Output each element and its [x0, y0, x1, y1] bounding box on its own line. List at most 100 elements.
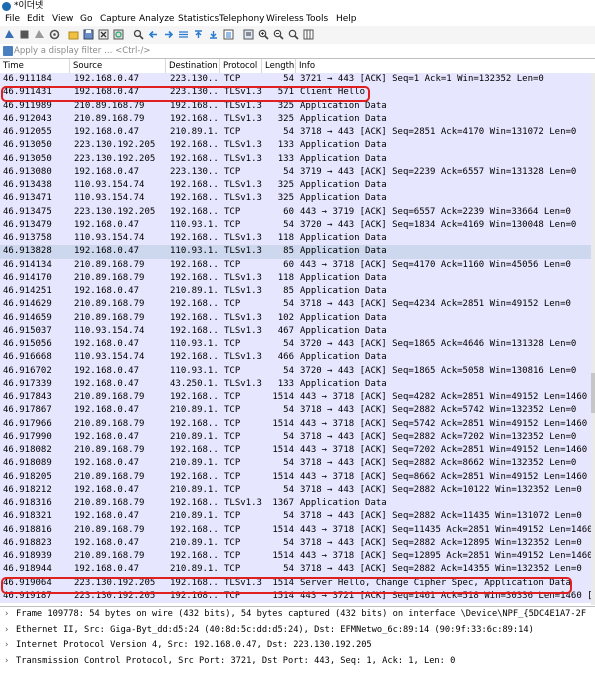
- packet-row[interactable]: 46.918089 192.168.0.47 210.89.1... TCP 54 371…: [0, 457, 595, 471]
- cell-time: 46.917966: [3, 418, 52, 429]
- expand-arrow-icon[interactable]: ›: [4, 638, 14, 654]
- reload-icon[interactable]: [113, 29, 124, 40]
- cell-destination: 192.168...: [170, 153, 220, 164]
- cell-destination: 210.89.1...: [170, 431, 220, 442]
- cell-info: Application Data: [300, 233, 387, 243]
- packet-row[interactable]: 46.913050 223.130.192.205 192.168... TLSv1.…: [0, 139, 595, 153]
- packet-row[interactable]: 46.918321 192.168.0.47 210.89.1... TCP 54 371…: [0, 510, 595, 524]
- cell-time: 46.914170: [3, 272, 52, 283]
- packet-row[interactable]: 46.913828 192.168.0.47 110.93.1... TLSv1.3 8…: [0, 245, 595, 259]
- packet-row[interactable]: 46.915056 192.168.0.47 110.93.1... TCP 54 372…: [0, 338, 595, 352]
- packet-row[interactable]: 46.918944 192.168.0.47 210.89.1... TCP 54 371…: [0, 563, 595, 577]
- menu-tools[interactable]: Tools: [306, 13, 328, 26]
- packet-row[interactable]: 46.917990 192.168.0.47 210.89.1... TCP 54 371…: [0, 430, 595, 444]
- packet-row[interactable]: 46.913050 223.130.192.205 192.168... TLSv1.…: [0, 152, 595, 166]
- packet-row[interactable]: 46.918939 210.89.168.79 192.168... TCP 1514 4…: [0, 550, 595, 564]
- packet-row[interactable]: 46.917843 210.89.168.79 192.168... TCP 1514 4…: [0, 391, 595, 405]
- packet-row[interactable]: 46.918823 192.168.0.47 210.89.1... TCP 54 371…: [0, 536, 595, 550]
- packet-row[interactable]: 46.911184 192.168.0.47 223.130... TCP 54 3721…: [0, 73, 595, 87]
- resize-columns-icon[interactable]: [303, 29, 314, 40]
- find-icon[interactable]: [133, 29, 144, 40]
- packet-row[interactable]: 46.914170 210.89.168.79 192.168... TLSv1.3 1…: [0, 271, 595, 285]
- detail-ethernet[interactable]: › Ethernet II, Src: Giga-Byt_dd:d5:24 (40…: [0, 623, 595, 639]
- packet-row[interactable]: 46.917966 210.89.168.79 192.168... TCP 1514 4…: [0, 417, 595, 431]
- packet-row[interactable]: 46.918816 210.89.168.79 192.168... TCP 1514 4…: [0, 523, 595, 537]
- detail-frame[interactable]: › Frame 109778: 54 bytes on wire (432 bit…: [0, 607, 595, 623]
- menu-view[interactable]: View: [52, 13, 73, 26]
- menu-edit[interactable]: Edit: [27, 13, 44, 26]
- highlight-box-server-hello: [1, 577, 572, 594]
- first-packet-icon[interactable]: [193, 29, 204, 40]
- menu-file[interactable]: File: [5, 13, 20, 26]
- packet-row[interactable]: 46.914629 210.89.168.79 192.168... TCP 54 371…: [0, 298, 595, 312]
- zoom-in-icon[interactable]: [258, 29, 269, 40]
- cell-time: 46.913479: [3, 219, 52, 230]
- packet-row[interactable]: 46.918316 210.89.168.79 192.168... TLSv1.3 1…: [0, 497, 595, 511]
- forward-icon[interactable]: [163, 29, 174, 40]
- options-gear-icon[interactable]: [49, 29, 60, 40]
- packet-row[interactable]: 46.915037 110.93.154.74 192.168... TLSv1.3 4…: [0, 324, 595, 338]
- menu-help[interactable]: Help: [336, 13, 357, 26]
- packet-row[interactable]: 46.918082 210.89.168.79 192.168... TCP 1514 4…: [0, 444, 595, 458]
- cell-time: 46.915037: [3, 325, 52, 336]
- packet-row[interactable]: 46.913471 110.93.154.74 192.168... TLSv1.3 3…: [0, 192, 595, 206]
- detail-ipv4[interactable]: › Internet Protocol Version 4, Src: 192.1…: [0, 638, 595, 654]
- packet-row[interactable]: 46.918212 192.168.0.47 210.89.1... TCP 54 371…: [0, 483, 595, 497]
- packet-row[interactable]: 46.913479 192.168.0.47 110.93.1... TCP 54 372…: [0, 218, 595, 232]
- column-header-protocol[interactable]: Protocol: [220, 59, 262, 73]
- normal-size-icon[interactable]: [288, 29, 299, 40]
- auto-scroll-icon[interactable]: [223, 29, 234, 40]
- packet-row[interactable]: 46.914134 210.89.168.79 192.168... TCP 60 443…: [0, 258, 595, 272]
- cell-length: 54: [283, 127, 294, 137]
- menu-telephony[interactable]: Telephony: [219, 13, 265, 26]
- detail-tcp[interactable]: › Transmission Control Protocol, Src Port…: [0, 654, 595, 670]
- last-packet-icon[interactable]: [208, 29, 219, 40]
- main-toolbar: [0, 26, 595, 45]
- packet-row[interactable]: 46.918205 210.89.168.79 192.168... TCP 1514 4…: [0, 470, 595, 484]
- menu-wireless[interactable]: Wireless: [266, 13, 304, 26]
- cell-length: 54: [283, 405, 294, 416]
- packet-row[interactable]: 46.913080 192.168.0.47 223.130... TCP 54 3719…: [0, 165, 595, 179]
- cell-protocol: TLSv1.3: [224, 498, 262, 508]
- menu-statistics[interactable]: Statistics: [178, 13, 219, 26]
- colorize-icon[interactable]: [243, 29, 254, 40]
- zoom-out-icon[interactable]: [273, 29, 284, 40]
- packet-row[interactable]: 46.912055 192.168.0.47 210.89.1... TCP 54 371…: [0, 126, 595, 140]
- menu-go[interactable]: Go: [80, 13, 92, 26]
- bookmark-filter-icon[interactable]: [3, 46, 13, 56]
- packet-list-scrollbar[interactable]: [591, 73, 595, 605]
- packet-row[interactable]: 46.917867 192.168.0.47 210.89.1... TCP 54 371…: [0, 404, 595, 418]
- expand-arrow-icon[interactable]: ›: [4, 654, 14, 670]
- packet-row[interactable]: 46.914659 210.89.168.79 192.168... TLSv1.3 1…: [0, 311, 595, 325]
- expand-arrow-icon[interactable]: ›: [4, 607, 14, 623]
- column-header-destination[interactable]: Destination: [166, 59, 220, 73]
- packet-row[interactable]: 46.916668 110.93.154.74 192.168... TLSv1.3 4…: [0, 351, 595, 365]
- scrollbar-thumb[interactable]: [591, 373, 595, 413]
- packet-row[interactable]: 46.913438 110.93.154.74 192.168... TLSv1.3 3…: [0, 179, 595, 193]
- cell-info: 3718 → 443 [ACK] Seq=2882 Ack=10122 Win=…: [300, 484, 582, 495]
- restart-icon[interactable]: [34, 29, 45, 40]
- open-folder-icon[interactable]: [68, 29, 79, 40]
- menu-capture[interactable]: Capture: [100, 13, 136, 26]
- column-header-time[interactable]: Time: [0, 59, 70, 73]
- packet-row[interactable]: 46.914251 192.168.0.47 210.89.1... TLSv1.3 8…: [0, 285, 595, 299]
- cell-protocol: TCP: [224, 166, 241, 177]
- close-file-icon[interactable]: [98, 29, 109, 40]
- packet-row[interactable]: 46.913758 110.93.154.74 192.168... TLSv1.3 1…: [0, 232, 595, 246]
- back-icon[interactable]: [148, 29, 159, 40]
- cell-time: 46.913475: [3, 206, 52, 217]
- packet-row[interactable]: 46.913475 223.130.192.205 192.168... TCP 60 4…: [0, 205, 595, 219]
- display-filter-input[interactable]: Apply a display filter … <Ctrl-/>: [14, 45, 150, 57]
- packet-row[interactable]: 46.917339 192.168.0.47 43.250.1... TLSv1.3 1…: [0, 377, 595, 391]
- shark-fin-start-icon[interactable]: [4, 29, 15, 40]
- column-header-info[interactable]: Info: [296, 59, 595, 73]
- column-header-source[interactable]: Source: [70, 59, 166, 73]
- go-to-packet-icon[interactable]: [178, 29, 189, 40]
- expand-arrow-icon[interactable]: ›: [4, 623, 14, 639]
- column-header-length[interactable]: Length: [262, 59, 296, 73]
- packet-row[interactable]: 46.912043 210.89.168.79 192.168... TLSv1.3 3…: [0, 112, 595, 126]
- menu-analyze[interactable]: Analyze: [139, 13, 174, 26]
- save-icon[interactable]: [83, 29, 94, 40]
- stop-icon[interactable]: [19, 29, 30, 40]
- packet-row[interactable]: 46.916702 192.168.0.47 110.93.1... TCP 54 372…: [0, 364, 595, 378]
